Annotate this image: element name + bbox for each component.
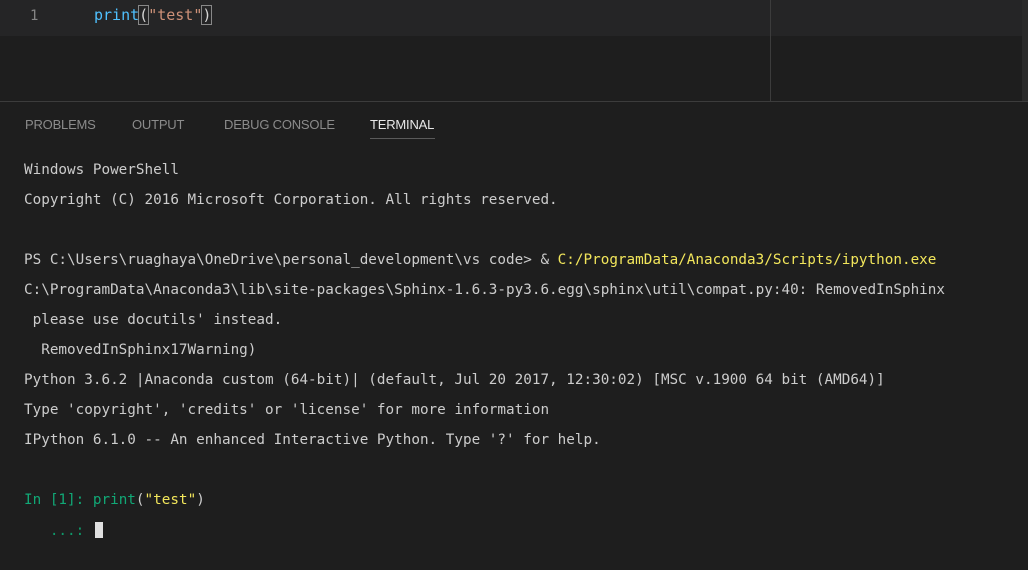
ps-command: C:/ProgramData/Anaconda3/Scripts/ipython… — [557, 252, 937, 268]
ipython-input-line[interactable]: In [1]: print("test") — [24, 492, 205, 508]
terminal-line: Python 3.6.2 |Anaconda custom (64-bit)| … — [24, 372, 885, 388]
code-open-paren: ( — [138, 5, 150, 25]
terminal-line: Windows PowerShell — [24, 162, 179, 178]
terminal-ps-line: PS C:\Users\ruaghaya\OneDrive\personal_d… — [24, 252, 936, 268]
ipython-continuation-line[interactable]: ...: — [24, 522, 103, 539]
terminal-line: C:\ProgramData\Anaconda3\lib\site-packag… — [24, 282, 945, 298]
tab-output[interactable]: OUTPUT — [132, 117, 184, 132]
code-line[interactable]: print("test") — [94, 5, 213, 25]
terminal-line: Type 'copyright', 'credits' or 'license'… — [24, 402, 550, 418]
editor-ruler — [770, 0, 771, 101]
ipython-in-string: "test" — [144, 492, 197, 508]
code-string: "test" — [148, 6, 203, 24]
code-close-paren: ) — [201, 5, 213, 25]
terminal-line: RemovedInSphinx17Warning) — [24, 342, 257, 358]
ps-prompt: PS C:\Users\ruaghaya\OneDrive\personal_d… — [24, 252, 558, 268]
terminal-line: IPython 6.1.0 -- An enhanced Interactive… — [24, 432, 601, 448]
editor-scrollbar[interactable] — [1022, 0, 1028, 101]
ipython-in-prompt: In [1]: — [24, 492, 93, 508]
active-tab-indicator — [370, 138, 435, 139]
tab-problems[interactable]: PROBLEMS — [25, 117, 96, 132]
code-function: print — [94, 6, 140, 24]
terminal[interactable]: Windows PowerShell Copyright (C) 2016 Mi… — [0, 144, 1028, 570]
tab-terminal[interactable]: TERMINAL — [370, 117, 434, 132]
terminal-line: Copyright (C) 2016 Microsoft Corporation… — [24, 192, 558, 208]
ipython-in-close-paren: ) — [196, 492, 205, 508]
ipython-in-open-paren: ( — [135, 492, 145, 508]
ipython-in-function: print — [92, 492, 136, 508]
ipython-continuation-prompt: ...: — [24, 523, 93, 539]
tab-debug-console[interactable]: DEBUG CONSOLE — [224, 117, 335, 132]
terminal-cursor — [94, 522, 103, 538]
panel-tabs: PROBLEMS OUTPUT DEBUG CONSOLE TERMINAL — [0, 102, 1028, 144]
terminal-line: please use docutils' instead. — [24, 312, 283, 328]
code-editor[interactable]: 1 print("test") — [0, 0, 1028, 101]
line-number: 1 — [30, 8, 39, 24]
